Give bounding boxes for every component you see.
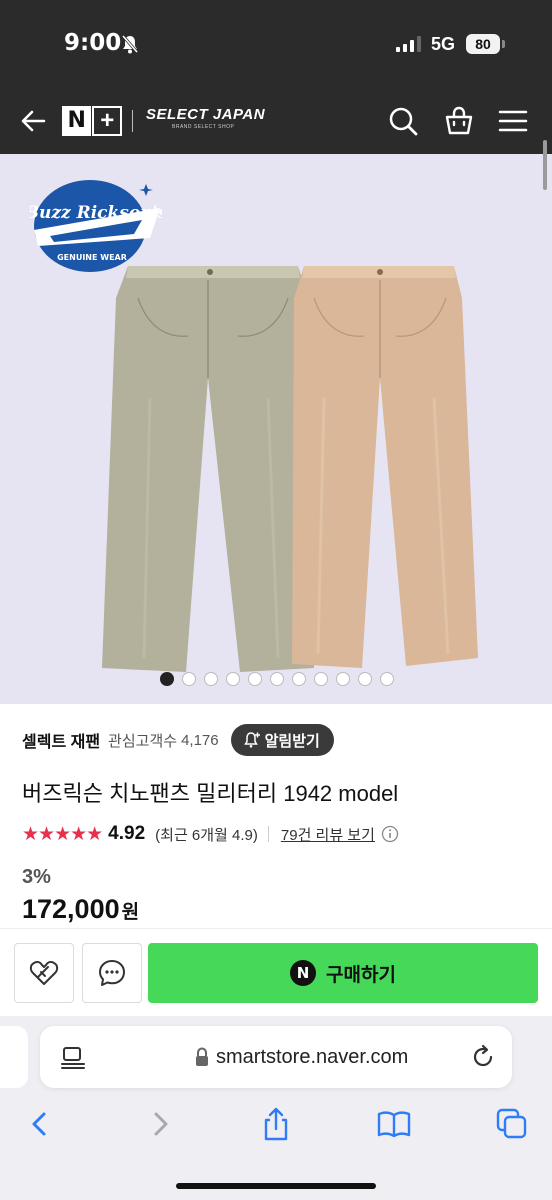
bell-off-icon (121, 35, 139, 54)
carousel-dot[interactable] (380, 672, 394, 686)
store-tagline: BRAND SELECT SHOP (172, 124, 235, 130)
discount-rate: 3% (22, 866, 51, 888)
nplus-logo-n: N (62, 106, 92, 136)
carousel-dot[interactable] (270, 672, 284, 686)
interest-count: 4,176 (181, 731, 219, 749)
nplus-logo-plus: + (92, 106, 122, 136)
battery-indicator: 80 (466, 34, 500, 54)
carousel-dot[interactable] (182, 672, 196, 686)
carousel-dot[interactable] (358, 672, 372, 686)
seller-name[interactable]: 셀렉트 재팬 (22, 728, 100, 752)
review-link[interactable]: 79건 리뷰 보기 (281, 824, 375, 845)
address-bar[interactable]: smartstore.naver.com (40, 1026, 512, 1088)
page-menu-icon[interactable] (60, 1045, 86, 1071)
alert-subscribe-label: 알림받기 (264, 732, 320, 750)
url-text: smartstore.naver.com (216, 1046, 409, 1068)
info-icon[interactable] (381, 825, 399, 843)
menu-icon[interactable] (498, 106, 528, 136)
status-time: 9:00 (64, 30, 122, 56)
heart-link-icon (29, 960, 59, 985)
product-image-carousel[interactable]: Buzz Rickson's GENUINE WEAR (0, 154, 552, 704)
battery-tip (502, 40, 505, 48)
carousel-dot[interactable] (336, 672, 350, 686)
nplus-logo[interactable]: N + (62, 106, 122, 136)
rating-value: 4.92 (108, 823, 146, 844)
store-name[interactable]: SELECT JAPAN (146, 106, 265, 123)
wishlist-button[interactable] (14, 943, 74, 1003)
previous-tab-peek[interactable] (0, 1026, 28, 1088)
interest-label: 관심고객수 (108, 732, 178, 750)
naver-pay-icon: N (290, 960, 317, 986)
alert-subscribe-button[interactable]: 알림받기 (230, 724, 334, 756)
browser-toolbar: smartstore.naver.com (0, 1016, 552, 1200)
page-scrollbar[interactable] (543, 140, 547, 190)
rating-divider (267, 826, 269, 842)
home-indicator (176, 1183, 376, 1189)
search-icon[interactable] (388, 106, 418, 136)
buy-button[interactable]: N 구매하기 (148, 943, 538, 1003)
signal-icon (396, 36, 421, 52)
share-icon[interactable] (258, 1106, 294, 1142)
network-label: 5G (431, 34, 456, 54)
lock-icon (196, 1047, 208, 1066)
price-row: 172,000 원 (22, 894, 139, 925)
shopping-bag-icon[interactable] (444, 106, 474, 136)
tabs-icon[interactable] (494, 1106, 530, 1142)
rating-row: ★★★★★ 4.92 (최근 6개월 4.9) 79건 리뷰 보기 (22, 822, 399, 846)
carousel-dot[interactable] (314, 672, 328, 686)
chat-bubble-icon (99, 960, 125, 986)
recent-rating: (최근 6개월 4.9) (155, 826, 258, 844)
carousel-dot[interactable] (248, 672, 262, 686)
carousel-dot[interactable] (226, 672, 240, 686)
seller-row: 셀렉트 재팬 관심고객수 4,176 알림받기 (22, 724, 542, 756)
carousel-dot[interactable] (160, 672, 174, 686)
back-icon[interactable] (22, 1106, 58, 1142)
back-arrow-icon[interactable] (20, 108, 46, 134)
nav-header: N + SELECT JAPAN BRAND SELECT SHOP (0, 92, 552, 154)
status-bar: 9:00 5G 80 (0, 0, 552, 92)
talk-talk-button[interactable] (82, 943, 142, 1003)
purchase-bar: N 구매하기 (0, 928, 552, 1016)
bookmarks-icon[interactable] (376, 1106, 412, 1142)
carousel-dot[interactable] (292, 672, 306, 686)
khaki-chino-pants (292, 266, 478, 668)
reload-icon[interactable] (470, 1044, 496, 1070)
bell-plus-icon (243, 732, 260, 748)
carousel-dots (160, 672, 394, 686)
product-title: 버즈릭슨 치노팬츠 밀리터리 1942 model (22, 781, 399, 806)
header-divider (132, 110, 133, 132)
forward-icon[interactable] (142, 1106, 178, 1142)
rating-stars: ★★★★★ (22, 823, 103, 845)
buy-button-label: 구매하기 (326, 964, 396, 986)
logo-text: Buzz Rickson's (30, 203, 162, 223)
carousel-dot[interactable] (204, 672, 218, 686)
price-amount: 172,000 (22, 894, 120, 924)
price-unit: 원 (121, 902, 140, 923)
